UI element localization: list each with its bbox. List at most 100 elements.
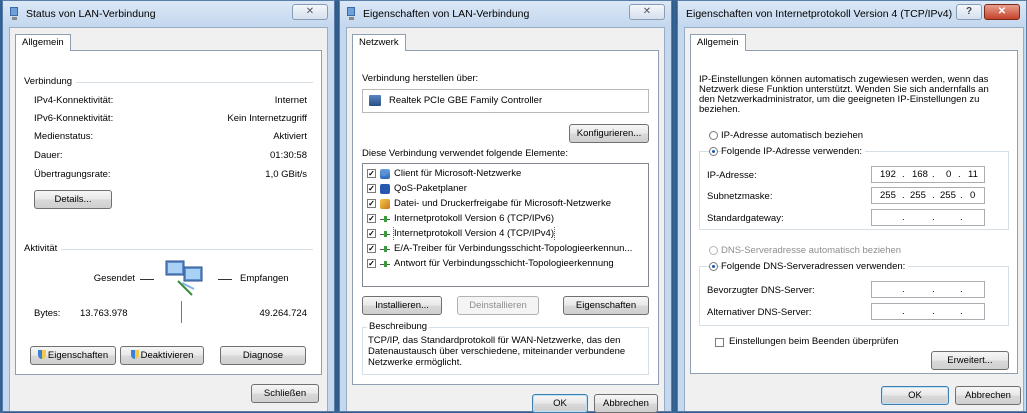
speed-label: Übertragungsrate: [34,169,111,180]
ipv4-titlebar[interactable]: Eigenschaften von Internetprotokoll Vers… [678,1,1026,27]
list-item[interactable]: ✓ Client für Microsoft-Netzwerke [367,167,646,181]
properties-tab-panel: Verbindung herstellen über: Realtek PCIe… [352,50,659,385]
ipv6-label: IPv6-Konnektivität: [34,113,114,124]
tab-allgemein[interactable]: Allgemein [690,34,746,51]
tab-netzwerk[interactable]: Netzwerk [352,34,406,51]
ip-octet-4: 11 [968,169,978,180]
radio-manual-dns[interactable] [709,262,718,271]
ip-dot: . [902,306,905,317]
ip-dot: . [960,212,963,223]
media-status-label: Medienstatus: [34,131,94,142]
diagnose-button[interactable]: Diagnose [220,346,306,365]
protocol-icon [380,244,390,254]
radio-manual-dns-label: Folgende DNS-Serveradressen verwenden: [721,261,909,272]
ip-octet-2: 168 [912,169,928,180]
checkbox[interactable]: ✓ [367,184,376,193]
list-item[interactable]: ✓ Antwort für Verbindungsschicht-Topolog… [367,257,646,271]
ip-dot: . [960,284,963,295]
adapter-icon [369,95,381,106]
details-button[interactable]: Details... [34,190,112,209]
list-item[interactable]: ✓ Datei- und Druckerfreigabe für Microso… [367,197,646,211]
close-button[interactable]: ✕ [292,4,328,20]
ip-octet-3: 0 [946,169,952,180]
properties-titlebar[interactable]: Eigenschaften von LAN-Verbindung ✕ [340,1,671,27]
qos-icon [380,184,390,194]
checkbox[interactable]: ✓ [367,229,376,238]
ok-button[interactable]: OK [881,386,949,405]
client-icon [380,169,390,179]
checkbox[interactable]: ✓ [367,244,376,253]
validate-checkbox[interactable] [715,338,724,347]
list-item-selected[interactable]: ✓ Internetprotokoll Version 4 (TCP/IPv4) [367,227,646,241]
gateway-field[interactable]: . . . [871,209,985,226]
checkbox[interactable]: ✓ [367,199,376,208]
ok-button[interactable]: OK [532,394,588,413]
subnet-field[interactable]: 255 . 255 . 255 . 0 [871,187,985,204]
list-item-label: E/A-Treiber für Verbindungsschicht-Topol… [394,243,633,254]
radio-auto-ip[interactable] [709,131,718,140]
list-item[interactable]: ✓ E/A-Treiber für Verbindungsschicht-Top… [367,242,646,256]
list-item-label: Internetprotokoll Version 4 (TCP/IPv4) [393,227,555,241]
status-titlebar[interactable]: Status von LAN-Verbindung ✕ [3,1,334,27]
list-item[interactable]: ✓ Internetprotokoll Version 6 (TCP/IPv6) [367,212,646,226]
protocol-icon [380,229,390,239]
ipv4-client: Allgemein IP-Einstellungen können automa… [684,27,1024,411]
adapter-name: Realtek PCIe GBE Family Controller [389,95,543,106]
subnet-octet-2: 255 [910,190,926,201]
list-item-label: Datei- und Druckerfreigabe für Microsoft… [394,198,611,209]
description-text: TCP/IP, das Standardprotokoll für WAN-Ne… [368,335,626,368]
radio-auto-dns[interactable] [709,246,718,255]
configure-button[interactable]: Konfigurieren... [569,124,649,143]
dns2-field[interactable]: . . . [871,303,985,320]
shield-icon [130,350,139,359]
checkbox[interactable]: ✓ [367,259,376,268]
adapter-box: Realtek PCIe GBE Family Controller [362,89,649,113]
ipv4-tab-panel: IP-Einstellungen können automatisch zuge… [690,50,1018,374]
ip-dot: . [932,284,935,295]
dns1-field[interactable]: . . . [871,281,985,298]
components-list[interactable]: ✓ Client für Microsoft-Netzwerke ✓ QoS-P… [362,163,649,287]
subnet-octet-4: 0 [970,190,976,201]
close-dialog-button[interactable]: Schließen [251,384,319,403]
ipv4-value: Internet [274,95,307,106]
status-window: Status von LAN-Verbindung ✕ Allgemein Ve… [2,0,335,412]
list-item-label: Antwort für Verbindungsschicht-Topologie… [394,258,614,269]
share-icon [380,199,390,209]
ip-address-field[interactable]: 192 . 168 . 0 . 11 [871,166,985,183]
properties-window: Eigenschaften von LAN-Verbindung ✕ Netzw… [339,0,672,413]
close-button[interactable]: ✕ [984,4,1020,20]
cancel-button[interactable]: Abbrechen [594,394,658,413]
ip-dot: . [932,212,935,223]
ip-dot: . [960,306,963,317]
shield-icon [37,350,46,359]
checkbox[interactable]: ✓ [367,214,376,223]
install-button[interactable]: Installieren... [362,296,442,315]
cancel-button[interactable]: Abbrechen [955,386,1021,405]
tab-allgemein[interactable]: Allgemein [15,34,71,51]
bytes-label: Bytes: [34,308,61,319]
radio-auto-dns-label: DNS-Serveradresse automatisch beziehen [721,245,902,256]
item-properties-button[interactable]: Eigenschaften [563,296,649,315]
close-button[interactable]: ✕ [629,4,665,20]
radio-auto-ip-label: IP-Adresse automatisch beziehen [721,130,864,141]
help-button[interactable]: ? [956,4,982,20]
status-title: Status von LAN-Verbindung [26,8,156,20]
list-item[interactable]: ✓ QoS-Paketplaner [367,182,646,196]
ip-dot: . [932,190,935,201]
protocol-icon [380,259,390,269]
speed-value: 1,0 GBit/s [265,169,307,180]
ip-dot: . [902,190,905,201]
ip-dot: . [902,169,905,180]
radio-manual-ip[interactable] [709,147,718,156]
advanced-button[interactable]: Erweitert... [931,351,1009,370]
duration-value: 01:30:58 [270,150,307,161]
checkbox[interactable]: ✓ [367,169,376,178]
ipv4-title: Eigenschaften von Internetprotokoll Vers… [686,8,953,20]
ip-dot: . [960,190,963,201]
properties-button-label: Eigenschaften [47,350,109,361]
deactivate-button[interactable]: Deaktivieren [120,346,204,365]
uninstall-button[interactable]: Deinstallieren [457,296,539,315]
properties-button[interactable]: Eigenschaften [30,346,116,365]
bytes-received-value: 49.264.724 [259,308,307,319]
ip-dot: . [902,212,905,223]
